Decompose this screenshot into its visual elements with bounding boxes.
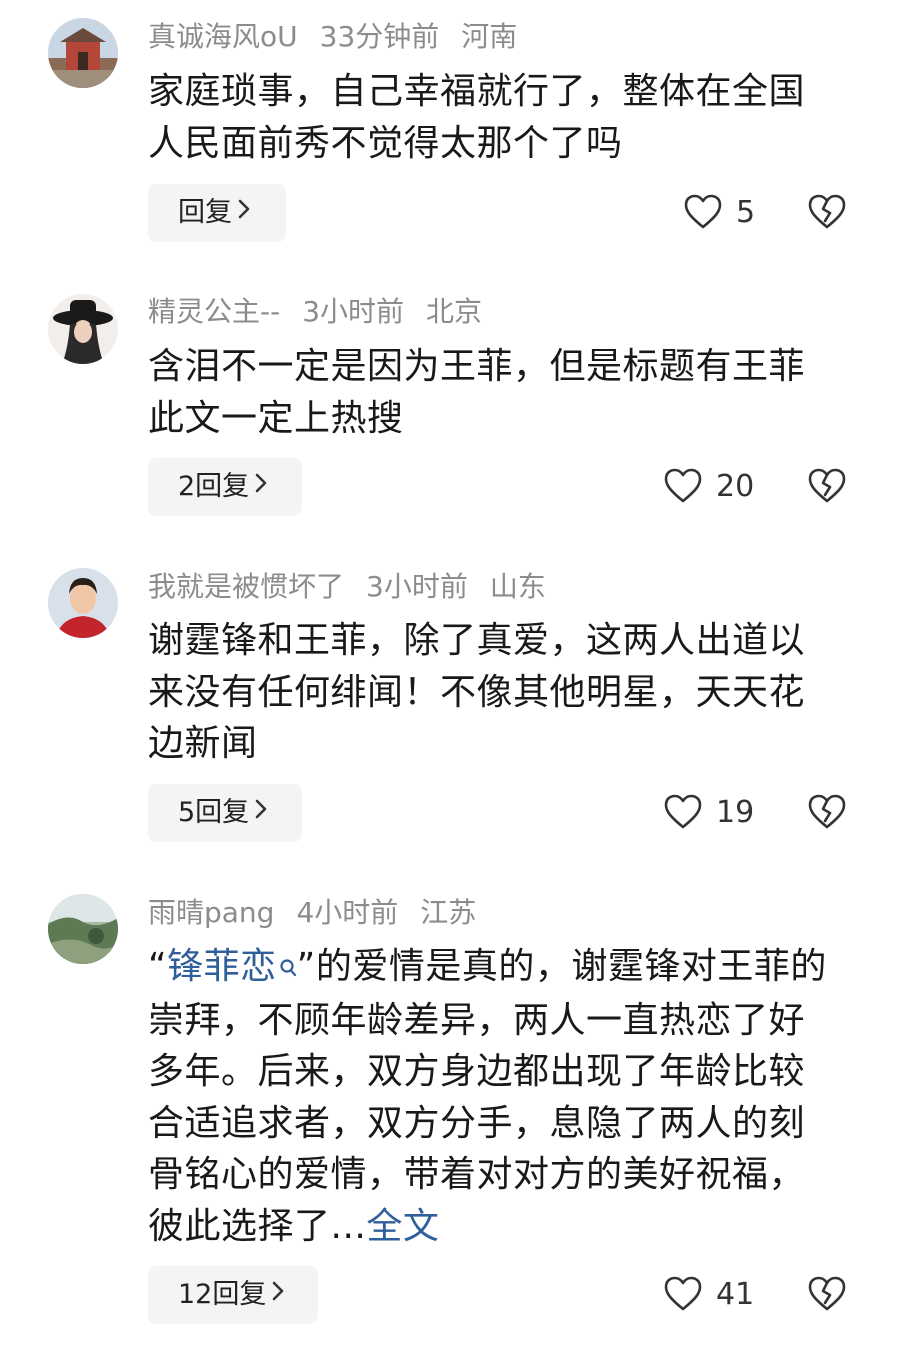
open-quote: “ bbox=[148, 946, 168, 987]
broken-heart-icon bbox=[808, 468, 846, 503]
comment-meta: 精灵公主-- 3小时前 北京 bbox=[148, 295, 504, 329]
chevron-right-icon bbox=[272, 1264, 284, 1322]
reply-button[interactable]: 2回复 bbox=[148, 458, 302, 516]
chevron-right-icon bbox=[255, 456, 267, 514]
username[interactable]: 真诚海风oU bbox=[148, 20, 298, 53]
heart-outline-icon bbox=[664, 1276, 702, 1311]
broken-heart-icon bbox=[808, 794, 846, 829]
user-avatar[interactable] bbox=[48, 894, 118, 964]
username[interactable]: 精灵公主-- bbox=[148, 295, 280, 328]
comment-time: 4小时前 bbox=[296, 896, 399, 929]
reply-button[interactable]: 12回复 bbox=[148, 1266, 318, 1324]
comment-location: 河南 bbox=[461, 20, 518, 53]
comment-meta: 真诚海风oU 33分钟前 河南 bbox=[148, 20, 539, 54]
reply-label: 5回复 bbox=[178, 797, 250, 828]
comment-time: 3小时前 bbox=[366, 570, 468, 603]
user-avatar[interactable] bbox=[48, 18, 118, 88]
comment-location: 山东 bbox=[489, 570, 546, 603]
broken-heart-icon bbox=[808, 194, 846, 229]
like-count: 19 bbox=[716, 795, 755, 830]
dislike-button[interactable] bbox=[808, 184, 848, 242]
heart-outline-icon bbox=[664, 794, 702, 829]
comment-text-rest: ”的爱情是真的，谢霆锋对王菲的崇拜，不顾年龄差异，两人一直热恋了好多年。后来，双… bbox=[148, 946, 827, 1247]
like-button[interactable]: 41 bbox=[664, 1266, 774, 1324]
dislike-button[interactable] bbox=[808, 458, 848, 516]
temple-avatar-icon bbox=[48, 18, 118, 88]
dislike-button[interactable] bbox=[808, 784, 848, 842]
username[interactable]: 雨晴pang bbox=[148, 896, 274, 929]
comment-location: 北京 bbox=[426, 295, 483, 328]
comment-text: “锋菲恋 ”的爱情是真的，谢霆锋对王菲的崇拜，不顾年龄差异，两人一直热恋了好多年。… bbox=[148, 941, 838, 1252]
hat-woman-avatar-icon bbox=[48, 294, 118, 364]
comment-text: 家庭琐事，自己幸福就行了，整体在全国人民面前秀不觉得太那个了吗 bbox=[148, 71, 806, 164]
reply-label: 12回复 bbox=[178, 1279, 267, 1310]
comment-text: 谢霆锋和王菲，除了真爱，这两人出道以来没有任何绯闻！不像其他明星，天天花边新闻 bbox=[148, 620, 806, 764]
like-button[interactable]: 19 bbox=[664, 784, 774, 842]
comment-meta: 我就是被惯坏了 3小时前 山东 bbox=[148, 570, 568, 604]
comment-meta: 雨晴pang 4小时前 江苏 bbox=[148, 896, 498, 930]
broken-heart-icon bbox=[808, 1276, 846, 1311]
reply-button[interactable]: 回复 bbox=[148, 184, 286, 242]
like-count: 5 bbox=[736, 195, 756, 230]
like-count: 20 bbox=[716, 469, 755, 504]
username[interactable]: 我就是被惯坏了 bbox=[148, 570, 344, 603]
search-icon bbox=[279, 943, 297, 995]
man-avatar-icon bbox=[48, 568, 118, 638]
like-button[interactable]: 20 bbox=[664, 458, 774, 516]
reply-button[interactable]: 5回复 bbox=[148, 784, 302, 842]
chevron-right-icon bbox=[238, 182, 250, 240]
heart-outline-icon bbox=[664, 468, 702, 503]
like-count: 41 bbox=[716, 1277, 755, 1312]
heart-outline-icon bbox=[684, 194, 722, 229]
user-avatar[interactable] bbox=[48, 294, 118, 364]
full-text-link[interactable]: 全文 bbox=[366, 1206, 439, 1247]
topic-label: 锋菲恋 bbox=[167, 946, 277, 987]
like-button[interactable]: 5 bbox=[684, 184, 794, 242]
reply-label: 2回复 bbox=[178, 471, 250, 502]
landscape-avatar-icon bbox=[48, 894, 118, 964]
reply-label: 回复 bbox=[178, 197, 232, 228]
dislike-button[interactable] bbox=[808, 1266, 848, 1324]
comment-location: 江苏 bbox=[420, 896, 477, 929]
topic-link[interactable]: 锋菲恋 bbox=[167, 946, 297, 987]
comment-time: 3小时前 bbox=[302, 295, 405, 328]
comment-text: 含泪不一定是因为王菲，但是标题有王菲此文一定上热搜 bbox=[148, 346, 806, 439]
comment-time: 33分钟前 bbox=[319, 20, 440, 53]
user-avatar[interactable] bbox=[48, 568, 118, 638]
chevron-right-icon bbox=[255, 782, 267, 840]
